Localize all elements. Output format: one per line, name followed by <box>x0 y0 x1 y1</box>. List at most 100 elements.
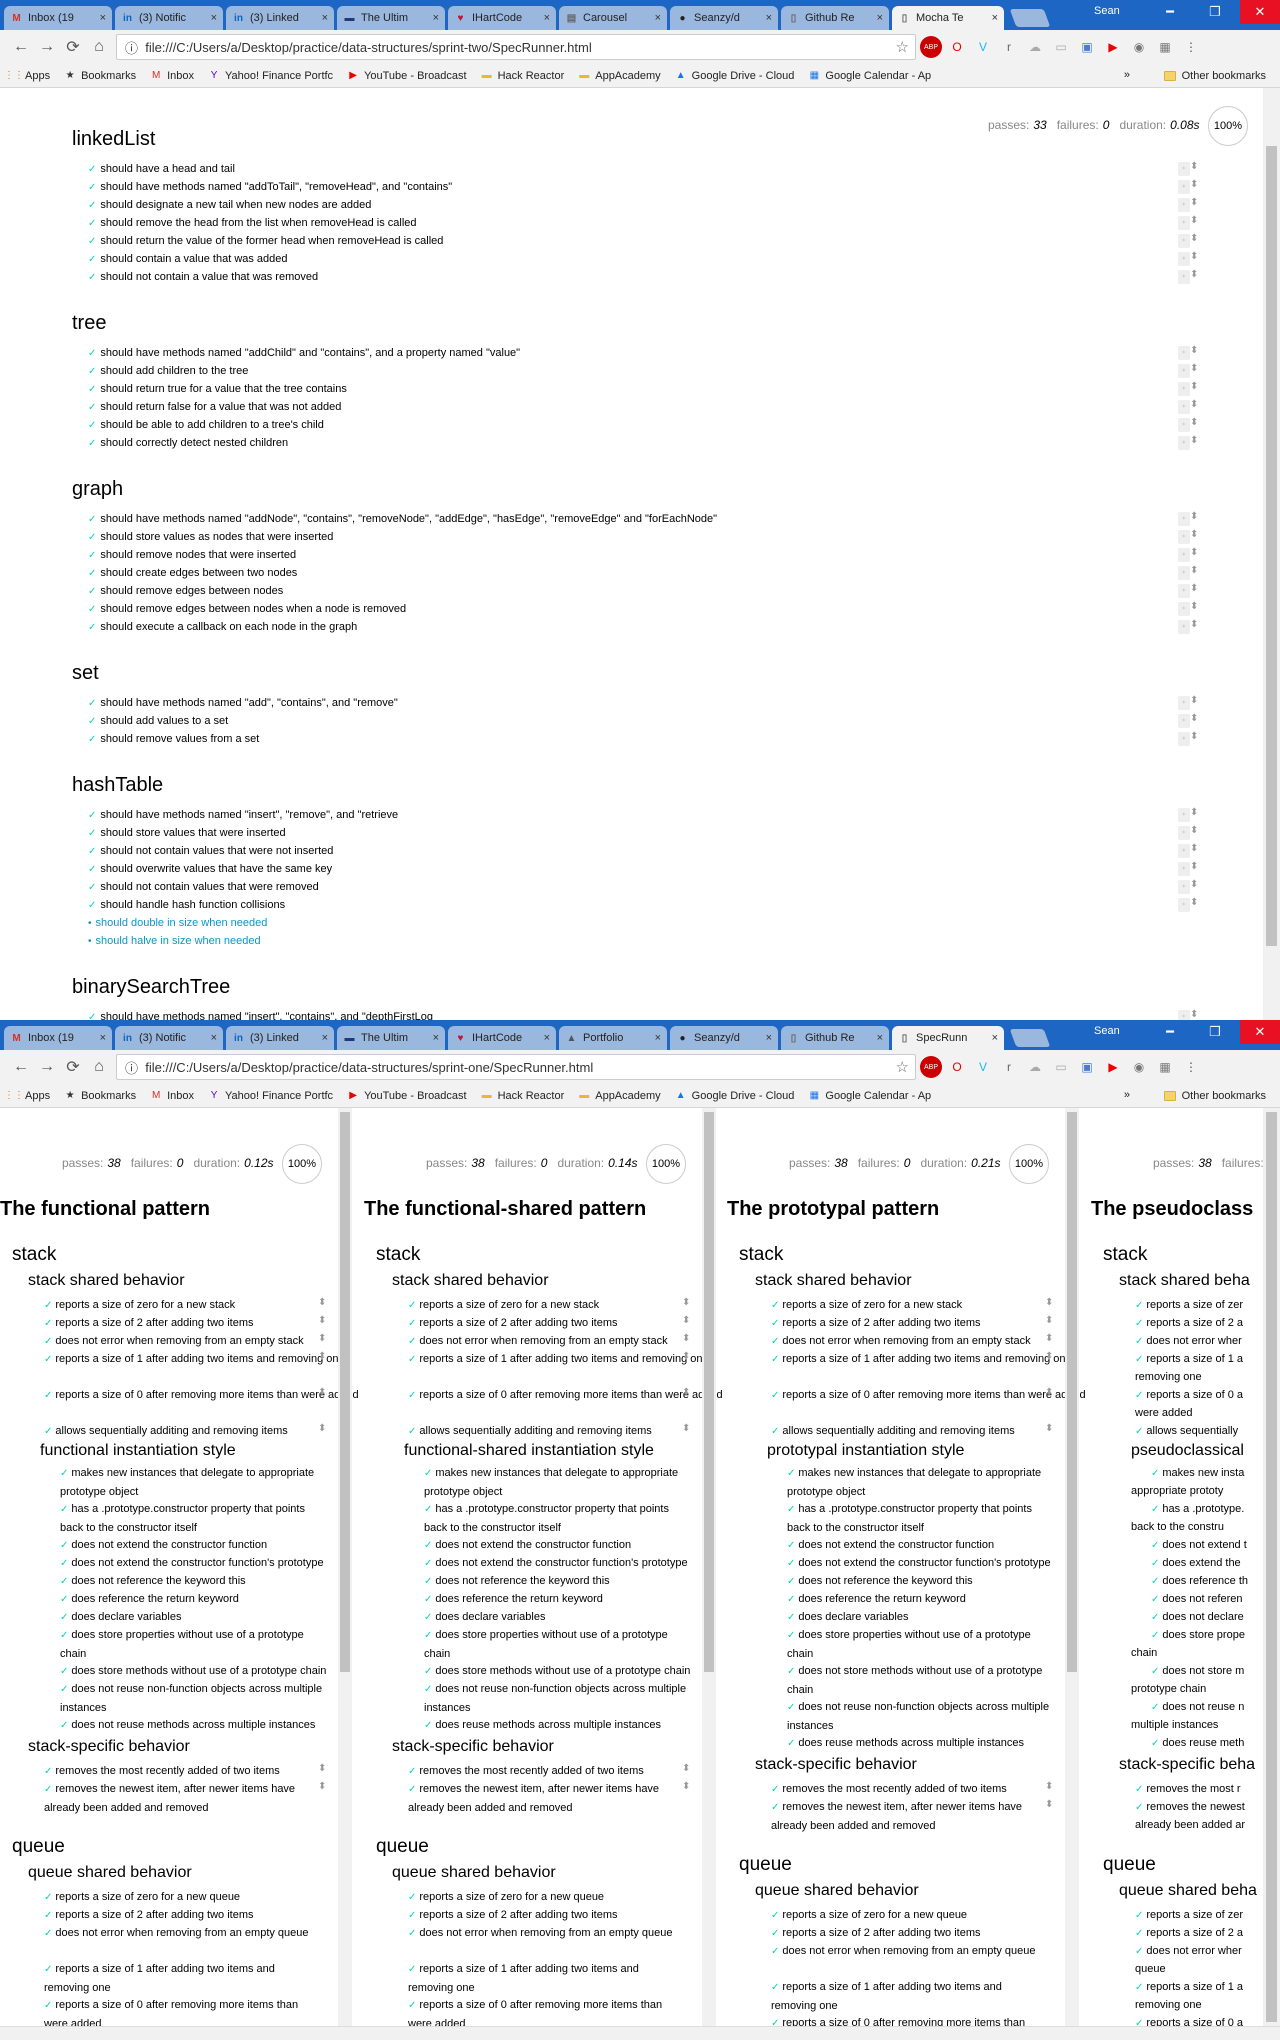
replay-icon[interactable]: ‣ <box>1178 530 1190 544</box>
replay-icon[interactable]: ‣ <box>1178 880 1190 894</box>
new-tab-button[interactable] <box>1009 9 1051 27</box>
passed-test[interactable]: ✓ reports a size of 0 after removing more… <box>44 1386 364 1405</box>
passed-test[interactable]: ✓ does not extend the constructor functio… <box>787 1554 1057 1573</box>
browser-tab[interactable]: ▬ The Ultim × <box>337 1026 445 1050</box>
passed-test[interactable]: ✓ should store values that were inserted <box>88 824 286 843</box>
replay-icon[interactable]: ‣ <box>1178 234 1190 248</box>
reload-icon[interactable]: ⟳ <box>60 1054 86 1080</box>
passed-test[interactable]: ✓ allows sequentially additing and removi… <box>408 1422 728 1441</box>
suite-title[interactable]: stack shared behavior <box>28 1272 185 1290</box>
passed-test[interactable]: ✓ should execute a callback on each node … <box>88 618 357 637</box>
meet-icon[interactable]: ▣ <box>1076 36 1098 58</box>
bookmark-item[interactable]: M Inbox <box>150 70 194 82</box>
suite-title[interactable]: stack <box>12 1244 56 1266</box>
suite-title[interactable]: tree <box>72 312 106 335</box>
opera-icon[interactable]: O <box>946 1056 968 1078</box>
passed-test[interactable]: already been added ar <box>1135 1816 1280 1834</box>
r-icon[interactable]: r <box>998 36 1020 58</box>
replay-icon[interactable]: ‣ <box>1178 346 1190 360</box>
passed-test[interactable]: ✓ does not error when removing from an em… <box>771 1332 1091 1351</box>
cloud-icon[interactable]: ☁ <box>1024 36 1046 58</box>
replay-icon[interactable]: ‣ <box>1178 808 1190 822</box>
passed-test[interactable]: ✓ has a .prototype.constructor property t… <box>787 1500 1057 1537</box>
passed-test[interactable]: ✓ reports a size of zero for a new stack <box>408 1296 728 1315</box>
tab-close-icon[interactable]: × <box>655 1032 661 1044</box>
passed-test[interactable]: ✓ reports a size of 0 a <box>1135 1386 1280 1405</box>
opera-icon[interactable]: O <box>946 36 968 58</box>
pattern-title[interactable]: The pseudoclass <box>1091 1198 1253 1221</box>
passed-test[interactable]: ✓ should have methods named "add", "conta… <box>88 694 398 713</box>
replay-icon[interactable]: ‣ <box>1178 162 1190 176</box>
address-bar[interactable]: ⓘ file:///C:/Users/a/Desktop/practice/da… <box>116 1054 916 1080</box>
replay-icon[interactable]: ‣ <box>1178 844 1190 858</box>
replay-icon[interactable]: ‣ <box>1178 584 1190 598</box>
browser-tab[interactable]: ♥ IHartCode × <box>448 6 556 30</box>
expand-chevron-icon[interactable]: ⬍ <box>1190 179 1198 190</box>
expand-chevron-icon[interactable]: ⬍ <box>1190 547 1198 558</box>
passed-test[interactable]: ✓ reports a size of 2 after adding two it… <box>771 1314 1091 1333</box>
suite-title[interactable]: stack-specific behavior <box>392 1738 554 1756</box>
passed-test[interactable]: ✓ reports a size of 2 after adding two it… <box>44 1906 314 1925</box>
screen-icon[interactable]: ▭ <box>1050 1056 1072 1078</box>
bookmark-item[interactable]: ▦ Google Calendar - Ap <box>808 70 932 82</box>
passed-test[interactable]: ✓ should return true for a value that the… <box>88 380 347 399</box>
bookmark-item[interactable]: ▲ Google Drive - Cloud <box>675 70 795 82</box>
expand-chevron-icon[interactable]: ⬍ <box>1190 511 1198 522</box>
passed-test[interactable]: ✓ removes the newest <box>1135 1798 1280 1817</box>
expand-chevron-icon[interactable]: ⬍ <box>318 1387 326 1398</box>
maximize-icon[interactable]: ❐ <box>1195 0 1235 24</box>
passed-test[interactable]: ✓ does reuse methods across multiple inst… <box>787 1734 1057 1753</box>
expand-chevron-icon[interactable]: ⬍ <box>1045 1423 1053 1434</box>
expand-chevron-icon[interactable]: ⬍ <box>1190 713 1198 724</box>
passed-test[interactable]: ✓ does store properties without use of a … <box>424 1626 694 1663</box>
browser-tab[interactable]: M Inbox (19 × <box>4 6 112 30</box>
replay-icon[interactable]: ‣ <box>1178 512 1190 526</box>
frame-scrollbar[interactable] <box>338 1108 352 2028</box>
forward-arrow-icon[interactable]: → <box>34 34 60 60</box>
expand-chevron-icon[interactable]: ⬍ <box>318 1423 326 1434</box>
passed-test[interactable]: ✓ does extend the <box>1151 1554 1280 1573</box>
bookmark-item[interactable]: ▶ YouTube - Broadcast <box>347 70 466 82</box>
passed-test[interactable]: ✓ removes the newest item, after newer it… <box>771 1798 1051 1835</box>
bookmark-item[interactable]: M Inbox <box>150 1090 194 1102</box>
tab-close-icon[interactable]: × <box>992 1032 998 1044</box>
passed-test[interactable]: ✓ should have methods named "insert", "re… <box>88 806 398 825</box>
expand-chevron-icon[interactable]: ⬍ <box>318 1333 326 1344</box>
passed-test[interactable]: ✓ should designate a new tail when new no… <box>88 196 371 215</box>
passed-test[interactable]: ✓ reports a size of zer <box>1135 1906 1280 1925</box>
suite-title[interactable]: queue <box>739 1854 792 1876</box>
passed-test[interactable]: ✓ reports a size of 1 after adding two it… <box>771 1978 1041 2015</box>
passed-test[interactable]: ✓ makes new instances that delegate to ap… <box>787 1464 1057 1501</box>
scrollbar-thumb[interactable] <box>704 1112 714 1672</box>
expand-chevron-icon[interactable]: ⬍ <box>1045 1315 1053 1326</box>
bookmark-item[interactable]: ⋮⋮ Apps <box>4 70 50 82</box>
minimize-icon[interactable]: ━ <box>1150 0 1190 24</box>
suite-title[interactable]: functional instantiation style <box>40 1442 236 1460</box>
suite-title[interactable]: stack-specific beha <box>1119 1756 1255 1774</box>
passed-test[interactable]: prototype chain <box>1131 1680 1280 1698</box>
camera-icon[interactable]: ◉ <box>1128 1056 1150 1078</box>
passed-test[interactable]: ✓ should not contain values that were rem… <box>88 878 319 897</box>
expand-chevron-icon[interactable]: ⬍ <box>1190 197 1198 208</box>
passed-test[interactable]: appropriate prototy <box>1131 1482 1280 1500</box>
replay-icon[interactable]: ‣ <box>1178 696 1190 710</box>
passed-test[interactable]: ✓ reports a size of 1 after adding two it… <box>408 1350 728 1369</box>
home-icon[interactable]: ⌂ <box>86 34 112 60</box>
expand-chevron-icon[interactable]: ⬍ <box>1190 731 1198 742</box>
pattern-title[interactable]: The prototypal pattern <box>727 1198 939 1221</box>
replay-icon[interactable]: ‣ <box>1178 216 1190 230</box>
expand-chevron-icon[interactable]: ⬍ <box>1190 825 1198 836</box>
passed-test[interactable]: removing one <box>1135 1368 1280 1386</box>
passed-test[interactable]: ✓ should remove values from a set <box>88 730 259 749</box>
video-icon[interactable]: ▶ <box>1102 1056 1124 1078</box>
passed-test[interactable]: ✓ allows sequentially additing and removi… <box>771 1422 1091 1441</box>
expand-chevron-icon[interactable]: ⬍ <box>682 1351 690 1362</box>
scrollbar-thumb[interactable] <box>340 1112 350 1672</box>
bookmark-item[interactable]: ▶ YouTube - Broadcast <box>347 1090 466 1102</box>
bookmark-item[interactable]: Y Yahoo! Finance Portfc <box>208 1090 333 1102</box>
profile-name[interactable]: Sean <box>1094 5 1120 17</box>
expand-chevron-icon[interactable]: ⬍ <box>1190 233 1198 244</box>
passed-test[interactable]: ✓ does reuse meth <box>1151 1734 1280 1753</box>
passed-test[interactable]: ✓ should return the value of the former h… <box>88 232 443 251</box>
passed-test[interactable]: multiple instances <box>1131 1716 1280 1734</box>
